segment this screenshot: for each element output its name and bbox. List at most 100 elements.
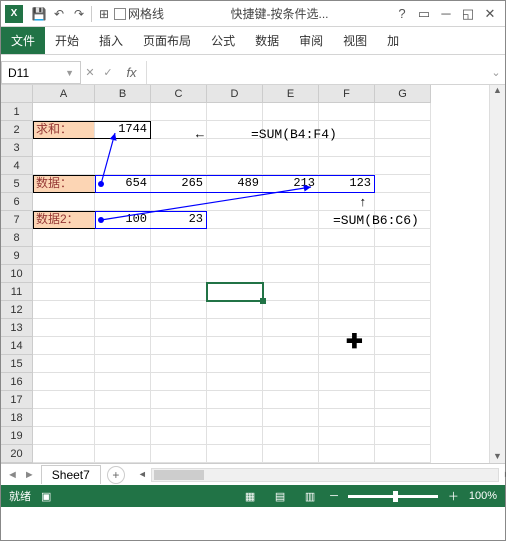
cell[interactable] <box>151 319 207 337</box>
row-header[interactable]: 9 <box>1 247 33 265</box>
cell[interactable] <box>33 193 95 211</box>
cell[interactable] <box>33 391 95 409</box>
cell[interactable] <box>207 193 263 211</box>
cell[interactable] <box>33 319 95 337</box>
tab-layout[interactable]: 页面布局 <box>133 27 201 54</box>
row-header[interactable]: 2 <box>1 121 33 139</box>
cell[interactable] <box>95 445 151 463</box>
row-header[interactable]: 12 <box>1 301 33 319</box>
cell[interactable] <box>375 283 431 301</box>
horizontal-scrollbar[interactable]: ◄ ► <box>151 468 499 482</box>
add-sheet-icon[interactable]: + <box>107 466 125 484</box>
cell[interactable] <box>151 265 207 283</box>
cell[interactable] <box>319 445 375 463</box>
cell[interactable] <box>207 265 263 283</box>
close-icon[interactable]: ✕ <box>479 6 501 22</box>
cell[interactable] <box>33 445 95 463</box>
cell[interactable] <box>151 247 207 265</box>
cell[interactable] <box>319 427 375 445</box>
cell[interactable] <box>207 301 263 319</box>
row-header[interactable]: 18 <box>1 409 33 427</box>
tab-data[interactable]: 数据 <box>245 27 289 54</box>
cell[interactable] <box>33 427 95 445</box>
minimize-icon[interactable]: ─ <box>435 6 457 21</box>
cell[interactable]: 数据2： <box>33 211 95 229</box>
tab-insert[interactable]: 插入 <box>89 27 133 54</box>
cell[interactable] <box>151 193 207 211</box>
row-header[interactable]: 19 <box>1 427 33 445</box>
expand-formula-icon[interactable]: ⌄ <box>487 61 505 84</box>
tab-formulas[interactable]: 公式 <box>201 27 245 54</box>
cell[interactable] <box>375 193 431 211</box>
cell[interactable] <box>33 337 95 355</box>
cell[interactable]: 654 <box>95 175 151 193</box>
cell[interactable] <box>375 121 431 139</box>
cell[interactable] <box>207 319 263 337</box>
row-header[interactable]: 5 <box>1 175 33 193</box>
cell[interactable] <box>319 229 375 247</box>
cell[interactable] <box>375 175 431 193</box>
cell[interactable] <box>151 337 207 355</box>
cell[interactable]: 1744 <box>95 121 151 139</box>
cell[interactable] <box>207 283 263 301</box>
cell[interactable] <box>151 157 207 175</box>
cell[interactable] <box>151 427 207 445</box>
cell[interactable] <box>95 139 151 157</box>
cell[interactable] <box>33 265 95 283</box>
cell[interactable]: 123 <box>319 175 375 193</box>
cell[interactable] <box>375 103 431 121</box>
cancel-formula-icon[interactable]: ✕ <box>81 61 99 84</box>
cell[interactable] <box>263 409 319 427</box>
zoom-level[interactable]: 100% <box>469 490 497 502</box>
cell[interactable] <box>263 157 319 175</box>
cell[interactable] <box>33 373 95 391</box>
cell[interactable] <box>207 211 263 229</box>
tab-review[interactable]: 审阅 <box>289 27 333 54</box>
cell[interactable] <box>375 265 431 283</box>
cell[interactable]: 求和： <box>33 121 95 139</box>
cell[interactable] <box>375 229 431 247</box>
cell[interactable] <box>375 445 431 463</box>
cell[interactable] <box>151 373 207 391</box>
cell[interactable] <box>207 229 263 247</box>
column-header[interactable]: F <box>319 85 375 103</box>
page-break-view-icon[interactable]: ▥ <box>300 488 320 504</box>
cell[interactable] <box>375 373 431 391</box>
vertical-scrollbar[interactable]: ▲ ▼ <box>489 85 505 463</box>
cell[interactable] <box>375 337 431 355</box>
cell[interactable] <box>375 157 431 175</box>
cell[interactable] <box>207 391 263 409</box>
border-icon[interactable]: ⊞ <box>94 4 114 24</box>
column-header[interactable]: G <box>375 85 431 103</box>
cell[interactable] <box>95 193 151 211</box>
sheet-tab[interactable]: Sheet7 <box>41 465 101 484</box>
cell[interactable] <box>263 247 319 265</box>
cell[interactable]: 265 <box>151 175 207 193</box>
cell[interactable] <box>375 409 431 427</box>
name-box[interactable]: D11 ▼ <box>1 61 81 84</box>
cell[interactable] <box>263 265 319 283</box>
column-header[interactable]: C <box>151 85 207 103</box>
undo-icon[interactable]: ↶ <box>49 4 69 24</box>
cell[interactable] <box>319 157 375 175</box>
cell[interactable] <box>375 301 431 319</box>
macro-record-icon[interactable]: ▣ <box>41 490 51 503</box>
cell[interactable] <box>151 301 207 319</box>
cell[interactable] <box>263 283 319 301</box>
tab-file[interactable]: 文件 <box>1 27 45 54</box>
cell[interactable] <box>95 301 151 319</box>
tab-view[interactable]: 视图 <box>333 27 377 54</box>
row-header[interactable]: 17 <box>1 391 33 409</box>
formula-input[interactable] <box>147 61 487 84</box>
cell[interactable] <box>33 409 95 427</box>
cell[interactable] <box>95 247 151 265</box>
cell[interactable] <box>375 391 431 409</box>
cell[interactable]: 213 <box>263 175 319 193</box>
tab-addins[interactable]: 加 <box>377 27 409 54</box>
column-header[interactable]: A <box>33 85 95 103</box>
cell[interactable] <box>95 319 151 337</box>
help-icon[interactable]: ? <box>391 6 413 21</box>
cell[interactable] <box>95 391 151 409</box>
ribbon-toggle-icon[interactable]: ▭ <box>413 6 435 22</box>
cell[interactable] <box>33 229 95 247</box>
